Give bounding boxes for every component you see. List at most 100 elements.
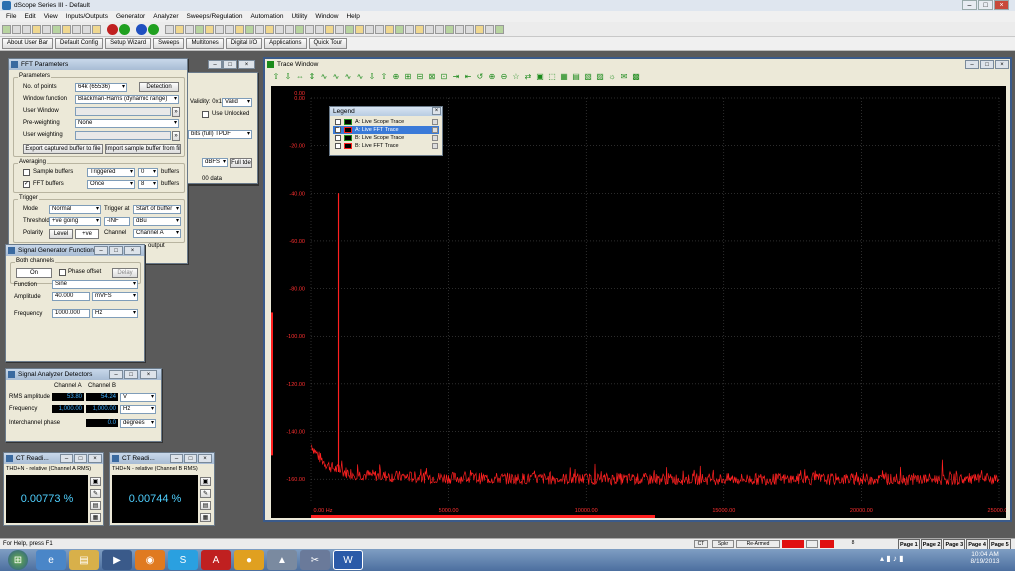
toolbar-k18-icon[interactable] <box>335 24 344 34</box>
menu-window[interactable]: Window <box>315 13 338 20</box>
trace-tool-7-icon[interactable]: ∿ <box>355 72 365 82</box>
trace-tool-9-icon[interactable]: ⇧ <box>379 72 389 82</box>
ct-b-close-button[interactable]: × <box>198 454 212 463</box>
user-window-field[interactable] <box>75 107 171 116</box>
maximize-button[interactable]: □ <box>978 0 993 10</box>
frequency-unit-select[interactable]: Hz <box>92 309 138 318</box>
threshold-select[interactable]: +ve going <box>49 217 101 226</box>
quick-tour-button[interactable]: Quick Tour <box>308 38 348 49</box>
toolbar-k21-icon[interactable] <box>365 24 374 34</box>
amplitude-field[interactable]: 40.000 <box>52 292 90 301</box>
toolbar-k28-icon[interactable] <box>435 24 444 34</box>
applications-button[interactable]: Applications <box>264 38 307 49</box>
default-config-button[interactable]: Default Config <box>55 38 104 49</box>
positive-polarity-button[interactable]: +ve <box>75 229 99 239</box>
trigger-mode-select[interactable]: Normal <box>49 205 101 214</box>
digital-io-button[interactable]: Digital I/O <box>225 38 263 49</box>
ct-b-minimize-button[interactable]: – <box>170 454 183 463</box>
siggen-maximize-button[interactable]: □ <box>109 246 123 255</box>
toolbar-k26-icon[interactable] <box>415 24 424 34</box>
sample-count-select[interactable]: 0 <box>138 168 158 177</box>
trace-tool-25-icon[interactable]: ▤ <box>571 72 581 82</box>
sample-mode-select[interactable]: Triggered <box>87 168 135 177</box>
menu-edit[interactable]: Edit <box>24 13 35 20</box>
toolbar-cut-icon[interactable] <box>42 24 51 34</box>
ct-b-settings-icon[interactable]: ✎ <box>200 489 211 498</box>
sample-buffers-checkbox[interactable] <box>23 169 30 176</box>
trace-tool-3-icon[interactable]: ⇕ <box>307 72 317 82</box>
ct-a-settings-icon[interactable]: ✎ <box>90 489 101 498</box>
toolbar-k15-icon[interactable] <box>305 24 314 34</box>
detectors-minimize-button[interactable]: – <box>109 370 123 379</box>
ct-b-tool-icon[interactable]: ▣ <box>200 477 211 486</box>
toolbar-k8-icon[interactable] <box>235 24 244 34</box>
preweighting-select[interactable]: None <box>75 119 179 128</box>
toolbar-k22-icon[interactable] <box>375 24 384 34</box>
detection-button[interactable]: Detection <box>139 82 179 92</box>
tray-icons[interactable]: ▴ ▮ ♪ ▮ <box>880 554 904 563</box>
legend-item[interactable]: A: Live Scope Trace <box>333 118 439 126</box>
fft-close-button[interactable]: × <box>238 60 255 69</box>
toolbar-print-icon[interactable] <box>32 24 41 34</box>
fft-buffers-checkbox[interactable]: ✓ <box>23 181 30 188</box>
window-function-select[interactable]: Blackman-Harris (dynamic range) <box>75 95 179 104</box>
toolbar-k11-icon[interactable] <box>265 24 274 34</box>
dscope-taskbar-icon[interactable]: ▲ <box>267 550 297 570</box>
trace-tool-28-icon[interactable]: ☼ <box>607 72 617 82</box>
ct-b-export-icon[interactable]: ▦ <box>200 513 211 522</box>
fft-count-select[interactable]: 8 <box>138 180 158 189</box>
trace-tool-24-icon[interactable]: ▦ <box>559 72 569 82</box>
detectors-maximize-button[interactable]: □ <box>124 370 138 379</box>
generator-on-button[interactable]: On <box>16 268 52 278</box>
trace-tool-13-icon[interactable]: ⊠ <box>427 72 437 82</box>
trigger-at-select[interactable]: Start of buffer <box>133 205 181 214</box>
toolbar-k16-icon[interactable] <box>315 24 324 34</box>
multitones-button[interactable]: Multitones <box>186 38 224 49</box>
toolbar-k2-icon[interactable] <box>175 24 184 34</box>
toolbar-b-icon[interactable] <box>148 23 159 35</box>
toolbar-k33-icon[interactable] <box>485 24 494 34</box>
toolbar-k17-icon[interactable] <box>325 24 334 34</box>
acrobat-taskbar-icon[interactable]: A <box>201 550 231 570</box>
fft-minimize-button[interactable]: – <box>208 60 222 69</box>
freq-unit-select[interactable]: Hz <box>120 405 156 414</box>
toolbar-help-icon[interactable] <box>92 24 101 34</box>
trigger-channel-select[interactable]: Channel A <box>133 229 181 238</box>
toolbar-stop-icon[interactable] <box>107 23 118 35</box>
ct-b-maximize-button[interactable]: □ <box>184 454 197 463</box>
siggen-minimize-button[interactable]: – <box>94 246 108 255</box>
sweeps-button[interactable]: Sweeps <box>153 38 185 49</box>
menu-analyzer[interactable]: Analyzer <box>153 13 178 20</box>
toolbar-k10-icon[interactable] <box>255 24 264 34</box>
toolbar-k7-icon[interactable] <box>225 24 234 34</box>
trace-tool-11-icon[interactable]: ⊞ <box>403 72 413 82</box>
legend-checkbox[interactable] <box>335 143 341 149</box>
menu-view[interactable]: View <box>44 13 58 20</box>
skype-taskbar-icon[interactable]: S <box>168 550 198 570</box>
points-select[interactable]: 64k (65536) <box>75 83 127 92</box>
delay-button[interactable]: Delay <box>112 268 138 278</box>
toolbar-paste-icon[interactable] <box>62 24 71 34</box>
setup-wizard-button[interactable]: Setup Wizard <box>105 38 152 49</box>
legend-item[interactable]: B: Live Scope Trace <box>333 134 439 142</box>
menu-help[interactable]: Help <box>346 13 359 20</box>
phase-offset-checkbox[interactable] <box>59 269 66 276</box>
explorer-taskbar-icon[interactable]: ▤ <box>69 550 99 570</box>
export-buffer-button[interactable]: Export captured buffer to file <box>23 144 103 154</box>
trace-tool-22-icon[interactable]: ▣ <box>535 72 545 82</box>
threshold-level-field[interactable]: -INF <box>104 217 130 226</box>
toolbar-k27-icon[interactable] <box>425 24 434 34</box>
toolbar-k3-icon[interactable] <box>185 24 194 34</box>
ct-a-tool-icon[interactable]: ▣ <box>90 477 101 486</box>
menu-generator[interactable]: Generator <box>116 13 145 20</box>
detectors-close-button[interactable]: × <box>140 370 157 379</box>
ct-a-minimize-button[interactable]: – <box>60 454 73 463</box>
toolbar-k29-icon[interactable] <box>445 24 454 34</box>
firefox-taskbar-icon[interactable]: ◉ <box>135 550 165 570</box>
toolbar-copy-icon[interactable] <box>52 24 61 34</box>
toolbar-run-icon[interactable] <box>119 23 130 35</box>
trace-tool-20-icon[interactable]: ☆ <box>511 72 521 82</box>
toolbar-k23-icon[interactable] <box>385 24 394 34</box>
full-scale-button[interactable]: Full tde <box>230 158 252 168</box>
trace-close-button[interactable]: × <box>995 60 1009 69</box>
